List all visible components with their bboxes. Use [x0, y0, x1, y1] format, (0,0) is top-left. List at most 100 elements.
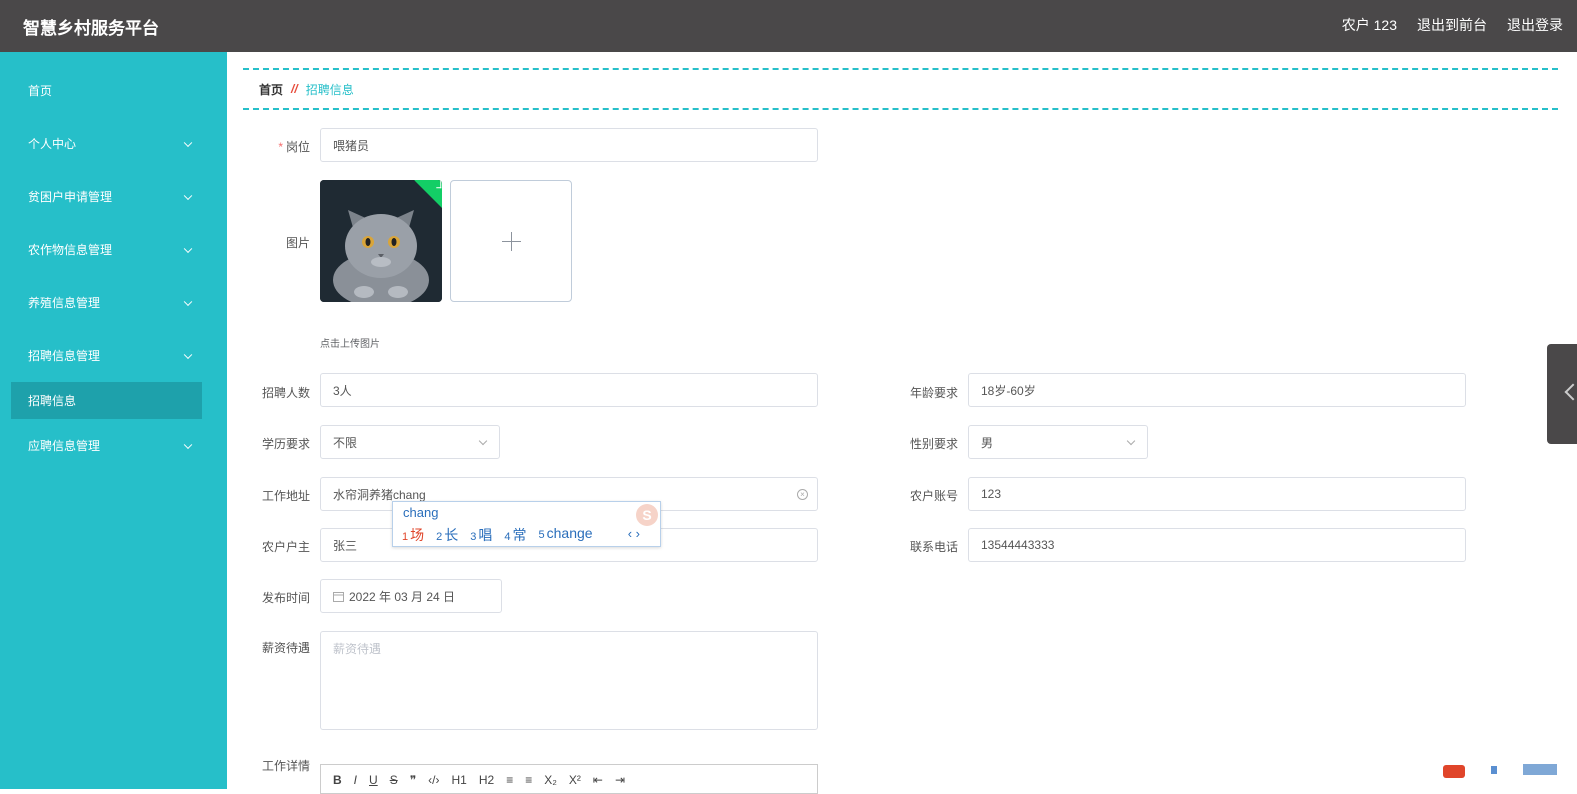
logout-link[interactable]: 退出登录 [1507, 15, 1563, 35]
sidebar-item-recruit-info[interactable]: 招聘信息 [11, 382, 202, 419]
calendar-icon [333, 591, 344, 602]
ime-candidate[interactable]: 5 change [539, 525, 593, 545]
phone-value: 13544443333 [981, 538, 1055, 552]
chevron-down-icon [183, 297, 193, 306]
chevron-down-icon [183, 191, 193, 200]
account-label: 农户账号 [909, 489, 958, 503]
salary-label: 薪资待遇 [261, 641, 310, 655]
breadcrumb: 首页 // 招聘信息 [243, 68, 1558, 110]
date-picker[interactable]: 2022 年 03 月 24 日 [320, 579, 502, 613]
front-link[interactable]: 退出到前台 [1417, 15, 1487, 35]
chevron-down-icon [183, 138, 193, 147]
sidebar-item-poverty[interactable]: 贫困户申请管理 [0, 170, 227, 223]
account-input[interactable]: 123 [968, 477, 1466, 511]
strike-button[interactable]: S [390, 773, 398, 787]
chevron-down-icon [183, 350, 193, 359]
check-icon [436, 180, 442, 189]
subscript-button[interactable]: X₂ [544, 773, 557, 787]
sidebar-item-label: 应聘信息管理 [28, 439, 101, 453]
indent-button[interactable]: ⇥ [615, 773, 625, 787]
ime-typed-text: chang [403, 505, 439, 520]
sidebar-item-label: 个人中心 [28, 137, 77, 151]
phone-input[interactable]: 13544443333 [968, 528, 1466, 562]
sidebar-item-personal[interactable]: 个人中心 [0, 117, 227, 170]
h2-button[interactable]: H2 [479, 773, 494, 787]
ime-page-arrows[interactable]: ‹ › [628, 526, 640, 541]
sidebar-item-label: 农作物信息管理 [28, 243, 113, 257]
phone-label: 联系电话 [909, 540, 958, 554]
corner-decoration [1443, 764, 1557, 778]
ordered-list-button[interactable]: ≡ [506, 773, 513, 787]
date-value: 2022 年 03 月 24 日 [349, 589, 456, 604]
education-value: 不限 [333, 435, 358, 450]
owner-value: 张三 [333, 538, 358, 553]
user-name: 农户 123 [1341, 17, 1397, 33]
image-label: 图片 [285, 236, 310, 250]
rich-text-toolbar: B I U S ❞ ‹/› H1 H2 ≡ ≡ X₂ X² ⇤ ⇥ [320, 764, 818, 794]
italic-button[interactable]: I [354, 773, 357, 787]
underline-button[interactable]: U [369, 773, 378, 787]
age-value: 18岁-60岁 [981, 383, 1036, 398]
top-bar: 智慧乡村服务平台 农户 123 退出到前台 退出登录 [0, 0, 1577, 52]
education-label: 学历要求 [261, 437, 310, 451]
sidebar-item-apply-mgmt[interactable]: 应聘信息管理 [0, 419, 227, 472]
code-button[interactable]: ‹/› [428, 773, 439, 787]
headcount-value: 3人 [333, 383, 352, 398]
details-label: 工作详情 [261, 759, 310, 773]
ime-candidate[interactable]: 1场 [402, 525, 424, 545]
sidebar-item-label: 养殖信息管理 [28, 296, 101, 310]
sidebar: 首页 个人中心 贫困户申请管理 农作物信息管理 养殖信息管理 招聘信息管理 招聘… [0, 52, 227, 789]
bold-button[interactable]: B [333, 773, 342, 787]
h1-button[interactable]: H1 [452, 773, 467, 787]
quote-button[interactable]: ❞ [410, 773, 416, 787]
position-value: 喂猪员 [333, 138, 370, 153]
sidebar-item-home[interactable]: 首页 [0, 64, 227, 117]
sidebar-item-crops[interactable]: 农作物信息管理 [0, 223, 227, 276]
sidebar-item-label: 招聘信息管理 [28, 349, 101, 363]
collapse-side-tab[interactable] [1547, 344, 1577, 444]
ime-candidate[interactable]: 2长 [436, 525, 458, 545]
clear-icon[interactable]: × [797, 489, 808, 500]
uploaded-image[interactable] [320, 180, 442, 302]
gender-select[interactable]: 男 [968, 425, 1148, 459]
gender-label: 性别要求 [909, 437, 958, 451]
age-input[interactable]: 18岁-60岁 [968, 373, 1466, 407]
sidebar-item-recruit-mgmt[interactable]: 招聘信息管理 [0, 329, 227, 382]
headcount-label: 招聘人数 [261, 386, 310, 400]
header-actions: 农户 123 退出到前台 退出登录 [1342, 15, 1563, 35]
upload-button[interactable] [450, 180, 572, 302]
chevron-down-icon [478, 436, 488, 446]
sidebar-item-label: 贫困户申请管理 [28, 190, 113, 204]
breadcrumb-home[interactable]: 首页 [259, 81, 283, 98]
chevron-down-icon [1126, 436, 1136, 446]
plus-icon-vertical [511, 232, 512, 251]
age-label: 年龄要求 [909, 386, 958, 400]
gender-value: 男 [981, 435, 994, 450]
breadcrumb-current: 招聘信息 [305, 82, 354, 97]
ime-candidate-popup: chang 1场 2长 3唱 4常 5 change ‹ › S [392, 501, 661, 547]
sidebar-item-label: 首页 [28, 84, 53, 98]
date-label: 发布时间 [261, 591, 310, 605]
app-title: 智慧乡村服务平台 [23, 19, 159, 38]
address-label: 工作地址 [261, 489, 310, 503]
salary-textarea[interactable]: 薪资待遇 [320, 631, 818, 730]
bullet-list-button[interactable]: ≡ [525, 773, 532, 787]
sidebar-item-label: 招聘信息 [28, 394, 77, 408]
ime-logo-icon: S [636, 504, 658, 526]
ime-candidates: 1场 2长 3唱 4常 5 change [402, 525, 593, 545]
headcount-input[interactable]: 3人 [320, 373, 818, 407]
breadcrumb-separator: // [291, 82, 298, 96]
upload-hint: 点击上传图片 [320, 339, 380, 350]
ime-candidate[interactable]: 3唱 [470, 525, 492, 545]
position-input[interactable]: 喂猪员 [320, 128, 818, 162]
chevron-down-icon [183, 440, 193, 449]
chevron-left-icon [1564, 383, 1577, 401]
education-select[interactable]: 不限 [320, 425, 500, 459]
owner-label: 农户户主 [261, 540, 310, 554]
position-label: * 岗位 [278, 140, 310, 154]
superscript-button[interactable]: X² [569, 773, 581, 787]
outdent-button[interactable]: ⇤ [593, 773, 603, 787]
address-value: 水帘洞养猪chang [333, 487, 426, 502]
ime-candidate[interactable]: 4常 [504, 525, 526, 545]
sidebar-item-breeding[interactable]: 养殖信息管理 [0, 276, 227, 329]
